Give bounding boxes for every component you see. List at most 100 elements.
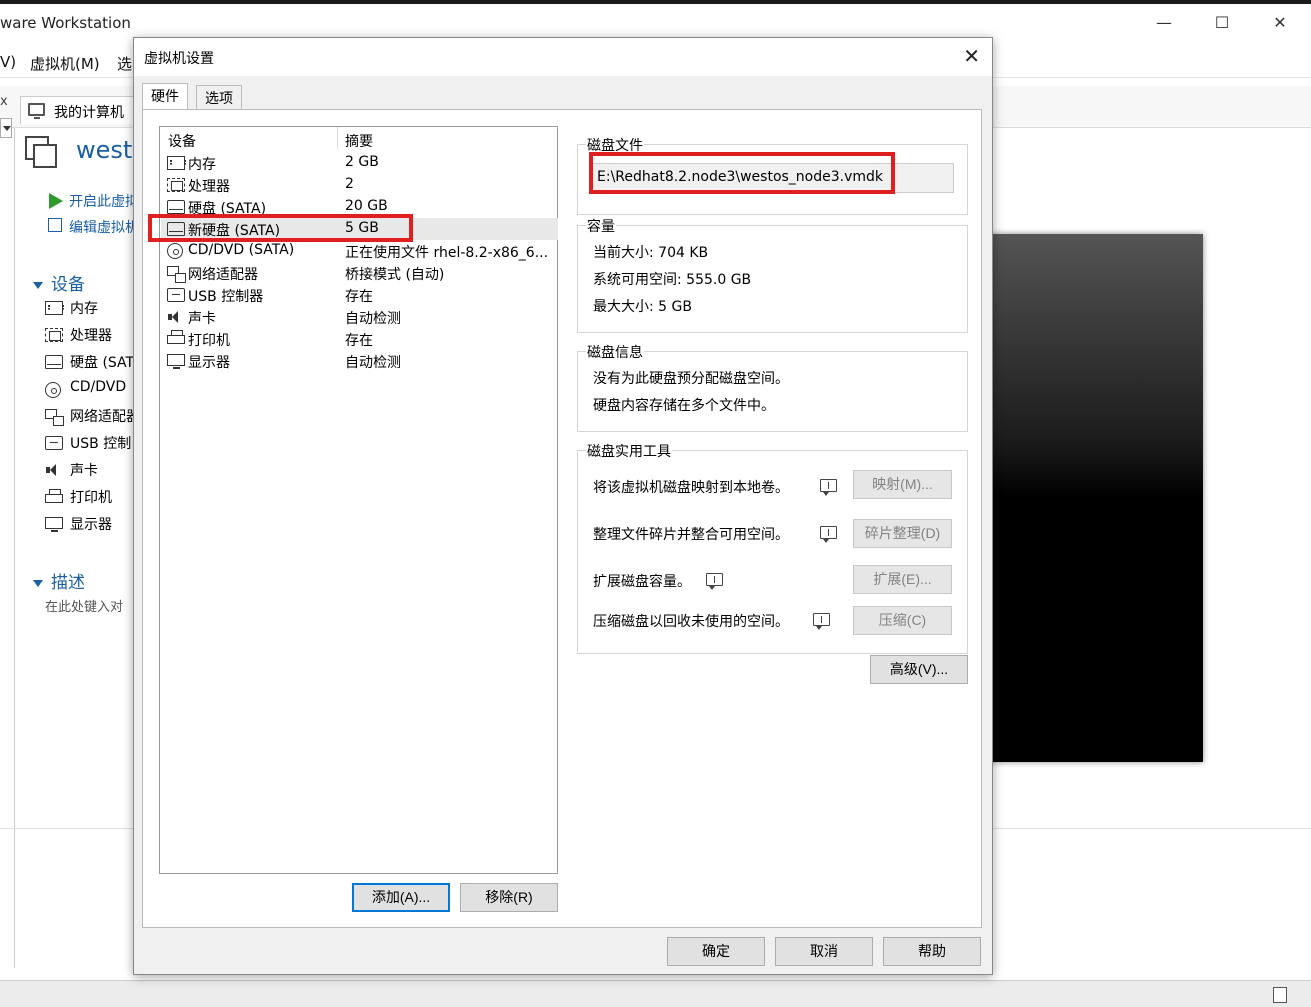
remove-device-button[interactable]: 移除(R): [460, 883, 558, 912]
info-icon[interactable]: [706, 573, 723, 590]
current-size-text: 当前大小: 704 KB: [593, 245, 709, 261]
disk-icon: [45, 355, 63, 369]
annotation-highlight-new-disk: [148, 214, 413, 242]
device-name: CD/DVD (SATA): [188, 242, 295, 258]
add-device-button[interactable]: 添加(A)...: [352, 883, 450, 912]
device-summary: 自动检测: [345, 311, 401, 327]
bg-device-label: 内存: [70, 301, 98, 317]
disk-utilities-group: 磁盘实用工具 将该虚拟机磁盘映射到本地卷。 映射(M)... 整理文件碎片并整合…: [577, 441, 968, 654]
cd-icon: [45, 382, 61, 398]
sidebar-close-icon[interactable]: x: [0, 94, 8, 109]
device-summary: 20 GB: [345, 198, 388, 214]
device-name: 声卡: [188, 311, 216, 327]
cancel-button[interactable]: 取消: [775, 937, 873, 966]
message-log-icon[interactable]: [1273, 987, 1287, 1003]
printer-icon: [167, 330, 185, 344]
devices-heading: 设备: [51, 275, 85, 295]
edit-icon[interactable]: [48, 218, 62, 232]
device-summary: 2 GB: [345, 154, 379, 170]
description-placeholder[interactable]: 在此处键入对: [45, 596, 123, 615]
disk-info-group: 磁盘信息 没有为此硬盘预分配磁盘空间。 硬盘内容存储在多个文件中。: [577, 342, 968, 432]
tab-my-computer[interactable]: 我的计算机: [20, 96, 138, 124]
device-row-memory[interactable]: 内存 2 GB: [161, 152, 558, 174]
device-summary: 自动检测: [345, 355, 401, 371]
dialog-title: 虚拟机设置: [144, 51, 214, 67]
bg-device-label: 处理器: [70, 328, 112, 344]
device-name: USB 控制器: [188, 289, 264, 305]
printer-icon: [45, 489, 63, 503]
device-row-printer[interactable]: 打印机 存在: [161, 328, 558, 350]
sidebar-dropdown[interactable]: [0, 118, 12, 138]
device-name: 网络适配器: [188, 267, 258, 283]
device-name: 内存: [188, 157, 216, 173]
device-row-cd-dvd[interactable]: CD/DVD (SATA) 正在使用文件 rhel-8.2-x86_6...: [161, 240, 558, 262]
disk-utilities-label: 磁盘实用工具: [586, 441, 672, 461]
devices-section-header[interactable]: 设备: [33, 270, 85, 295]
device-row-display[interactable]: 显示器 自动检测: [161, 350, 558, 372]
column-header-summary[interactable]: 摘要: [345, 131, 373, 151]
cpu-icon: [167, 178, 185, 192]
column-header-device[interactable]: 设备: [168, 131, 196, 151]
tab-options[interactable]: 选项: [196, 85, 242, 109]
device-row-cpu[interactable]: 处理器 2: [161, 174, 558, 196]
tab-hardware[interactable]: 硬件: [142, 83, 188, 109]
description-section-header[interactable]: 描述: [33, 568, 85, 593]
device-name: 处理器: [188, 179, 230, 195]
device-row-network[interactable]: 网络适配器 桥接模式 (自动): [161, 262, 558, 284]
usb-icon: [45, 436, 63, 450]
description-heading: 描述: [51, 573, 85, 593]
dialog-close-icon[interactable]: ✕: [963, 44, 980, 68]
usb-icon: [167, 288, 185, 302]
bg-device-label: 显示器: [70, 517, 112, 533]
main-titlebar: ware Workstation — ☐ ✕: [0, 4, 1311, 40]
bg-device-label: USB 控制: [70, 436, 132, 452]
defrag-button[interactable]: 碎片整理(D): [853, 519, 952, 548]
info-icon[interactable]: [820, 526, 837, 543]
memory-icon: [167, 156, 186, 170]
vm-settings-dialog: 虚拟机设置 ✕ 硬件 选项 设备 摘要 内存 2 GB 处理器 2 硬盘 (SA…: [133, 37, 993, 975]
close-icon[interactable]: ✕: [1257, 10, 1303, 36]
vm-icon: [25, 136, 59, 170]
info-icon[interactable]: [813, 613, 830, 630]
menu-vm[interactable]: 虚拟机(M): [30, 53, 100, 74]
display-icon: [167, 354, 185, 369]
annotation-highlight-disk-path: [589, 152, 895, 194]
device-summary: 存在: [345, 333, 373, 349]
menu-view[interactable]: V): [0, 53, 16, 71]
device-summary: 正在使用文件 rhel-8.2-x86_6...: [345, 245, 549, 261]
maximize-icon[interactable]: ☐: [1199, 10, 1245, 36]
vm-screen-preview[interactable]: [987, 234, 1203, 762]
bg-device-label: 硬盘 (SAT: [70, 355, 135, 371]
device-summary: 2: [345, 176, 354, 192]
app-title: ware Workstation: [0, 14, 131, 32]
device-summary: 存在: [345, 289, 373, 305]
bg-device-label: CD/DVD: [70, 379, 127, 395]
map-button[interactable]: 映射(M)...: [853, 470, 952, 499]
cd-icon: [167, 243, 183, 259]
play-icon[interactable]: [49, 193, 63, 209]
device-row-usb[interactable]: USB 控制器 存在: [161, 284, 558, 306]
menu-options[interactable]: 选: [117, 53, 132, 74]
edit-vm-link[interactable]: 编辑虚拟机: [69, 217, 139, 237]
info-icon[interactable]: [820, 479, 837, 496]
minimize-icon[interactable]: —: [1141, 10, 1187, 36]
help-button[interactable]: 帮助: [883, 937, 981, 966]
bg-device-label: 网络适配器: [70, 409, 140, 425]
advanced-button[interactable]: 高级(V)...: [870, 655, 968, 684]
disk-info-line-2: 硬盘内容存储在多个文件中。: [593, 398, 775, 414]
ok-button[interactable]: 确定: [667, 937, 765, 966]
expand-button[interactable]: 扩展(E)...: [853, 565, 952, 594]
defrag-description: 整理文件碎片并整合可用空间。: [593, 527, 789, 543]
column-separator[interactable]: [337, 127, 338, 149]
disk-info-line-1: 没有为此硬盘预分配磁盘空间。: [593, 371, 789, 387]
power-on-link[interactable]: 开启此虚拟: [69, 191, 139, 211]
expand-description: 扩展磁盘容量。: [593, 574, 691, 590]
collapse-arrow-icon: [33, 579, 43, 587]
sound-icon: [167, 310, 185, 324]
capacity-label: 容量: [586, 216, 616, 236]
memory-icon: [45, 301, 64, 315]
compact-button[interactable]: 压缩(C): [853, 606, 952, 635]
compact-description: 压缩磁盘以回收未使用的空间。: [593, 614, 789, 630]
dialog-titlebar: 虚拟机设置 ✕: [134, 38, 992, 76]
device-row-sound[interactable]: 声卡 自动检测: [161, 306, 558, 328]
